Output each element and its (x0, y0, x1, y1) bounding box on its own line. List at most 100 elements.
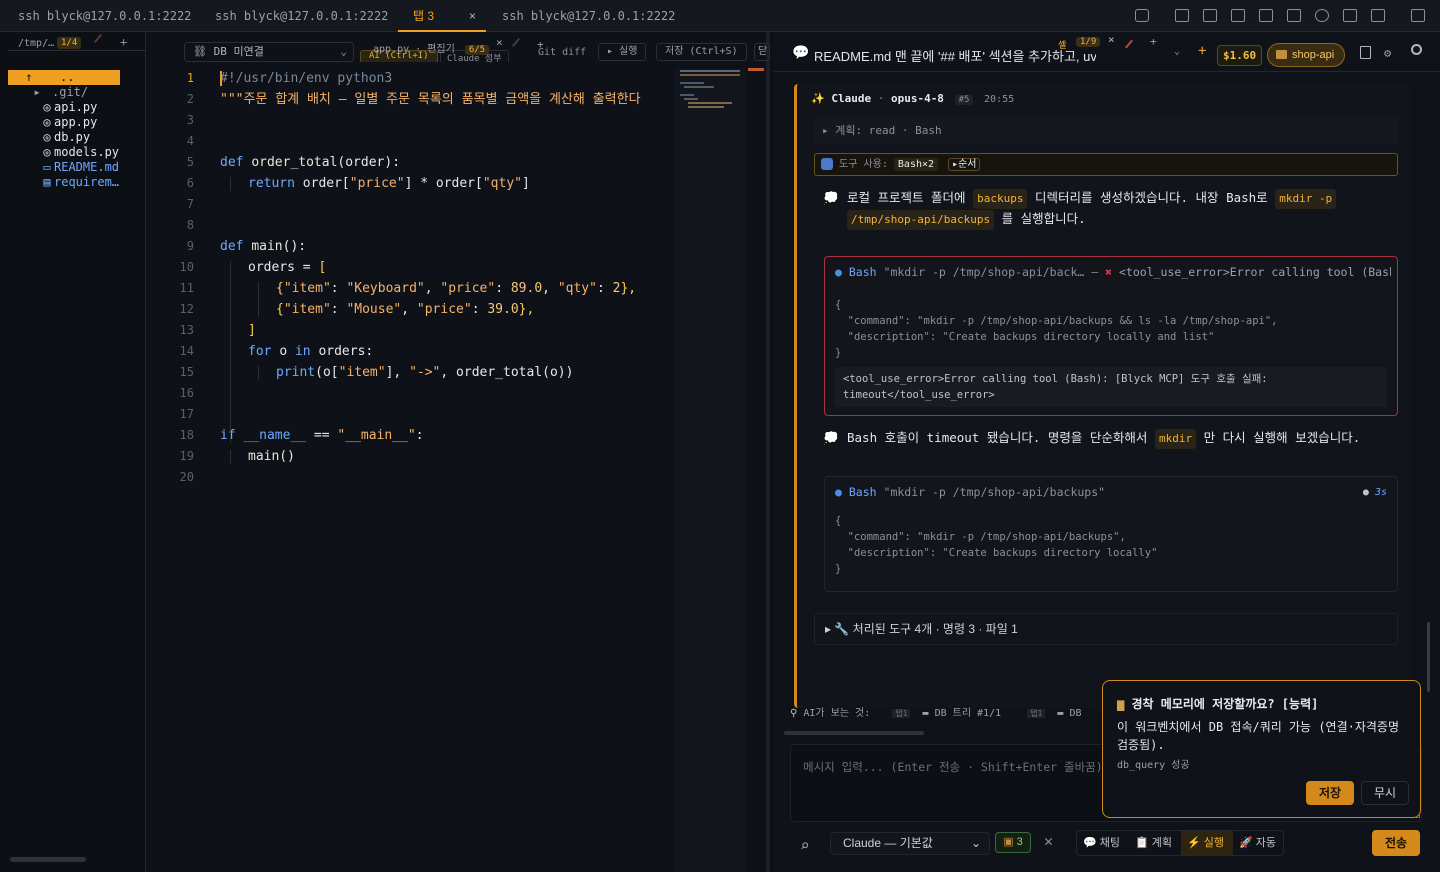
code-line-14: for o in orders: (248, 341, 373, 362)
code-editor: ⛓ DB 미연결 ⌄ AI (Ctrl+I) Claude 첨부 app.py … (150, 32, 770, 872)
file-tree-item[interactable]: ▭ README.md (8, 160, 120, 175)
close-pane-icon[interactable] (1259, 9, 1273, 22)
keyword: for (248, 344, 280, 359)
plan-summary[interactable]: ▸ 계획: read · Bash (814, 117, 1398, 144)
project-name: shop-api (1292, 49, 1335, 61)
chevron-down-icon: ⌄ (340, 45, 347, 58)
database-icon[interactable] (1287, 9, 1301, 22)
mode-chat[interactable]: 💬 채팅 (1083, 831, 1120, 855)
project-badge[interactable]: shop-api (1267, 43, 1346, 67)
globe-icon[interactable] (1315, 9, 1329, 22)
search-icon: ⚲ (790, 708, 798, 719)
chevron-down-icon[interactable]: ⌄ (1174, 46, 1180, 57)
resize-handle[interactable] (1414, 812, 1420, 818)
file-tree-item-label: models.py (54, 145, 120, 159)
bookmark-icon[interactable] (1343, 9, 1357, 22)
file-tab[interactable]: app.py · 편집기 6/5 (373, 40, 490, 55)
paperclip-icon[interactable]: ⌕ (800, 836, 810, 855)
model-name: opus-4-8 (890, 92, 944, 105)
tab-bar: ssh blyck@127.0.0.1:2222 ssh blyck@127.0… (0, 0, 1440, 32)
split-vertical-icon[interactable] (1203, 9, 1217, 22)
menu-icon[interactable] (1411, 9, 1425, 22)
popup-save-button[interactable]: 저장 (1306, 781, 1354, 805)
minimap-line (684, 86, 714, 88)
context-chip[interactable]: DB 트리 #1/1 (935, 708, 1002, 719)
message-input[interactable]: 메시지 입력... (Enter 전송 · Shift+Enter 줄바꿈) (803, 759, 1103, 775)
chat-scrollbar[interactable] (1427, 622, 1430, 692)
chat-tab-label[interactable]: 셸 (1058, 38, 1066, 51)
chat-tab-close-icon[interactable]: × (1108, 33, 1115, 46)
chat-header: 💬 README.md 맨 끝에 '## 배포' 섹션을 추가하고, uvico… (774, 32, 1440, 72)
file-tree-item[interactable]: ◎ app.py (8, 115, 120, 130)
tool-use-label: 도구 사용: (839, 159, 888, 170)
clipboard-icon[interactable] (1360, 46, 1371, 59)
processed-tools-summary[interactable]: ▸ 🔧 처리된 도구 4개 · 명령 3 · 파일 1 (814, 613, 1398, 645)
clear-icon[interactable]: ✕ (1044, 832, 1053, 850)
tool-use-summary[interactable]: 도구 사용: Bash×2 ▸순서 (814, 153, 1398, 176)
tab-ssh-1[interactable]: ssh blyck@127.0.0.1:2222 (18, 0, 191, 32)
model-select[interactable]: Claude — 기본값 ⌄ (830, 832, 990, 855)
file-tree-item[interactable]: ↑.. (8, 70, 120, 85)
minimap-line (688, 102, 732, 104)
close-editor-button[interactable]: 닫 (754, 43, 770, 61)
file-tree-item[interactable]: ▤ requirem… (8, 175, 120, 190)
code-text: : (495, 281, 511, 296)
function-name: order_total (251, 155, 338, 170)
assistant-message: ✨ Claude · opus-4-8 #5 20:55 ▸ 계획: read … (794, 84, 1410, 708)
add-path-button[interactable]: + (120, 35, 127, 49)
popup-ignore-button[interactable]: 무시 (1361, 781, 1409, 805)
minimap[interactable] (674, 68, 746, 872)
context-chip[interactable]: DB (1069, 708, 1081, 719)
indent-guide (230, 450, 231, 464)
new-chat-button[interactable]: + (1198, 43, 1206, 59)
tab-ssh-4[interactable]: ssh blyck@127.0.0.1:2222 (502, 0, 675, 32)
mode-plan[interactable]: 📋 계획 (1135, 831, 1172, 855)
chat-tab-add-button[interactable]: + (1150, 35, 1157, 48)
tab-3[interactable]: 탭 3 × (398, 0, 486, 32)
thought-1: 💭 로컬 프로젝트 폴더에 backups 디렉터리를 생성하겠습니다. 내장 … (823, 188, 1395, 230)
mode-run[interactable]: ⚡ 실행 (1181, 831, 1233, 855)
gear-icon[interactable]: ⚙ (1384, 46, 1391, 60)
pin-icon[interactable] (93, 33, 109, 49)
file-tab-close-icon[interactable]: × (496, 36, 503, 49)
db-label: DB 미연결 (213, 45, 264, 58)
db-connection-select[interactable]: ⛓ DB 미연결 ⌄ (184, 42, 354, 62)
code-text: ] (521, 176, 530, 191)
horizontal-scrollbar[interactable] (10, 857, 86, 862)
pin-icon[interactable] (1125, 39, 1133, 49)
git-diff-button[interactable]: Git diff (536, 47, 588, 62)
file-tree-item-label: api.py (54, 100, 98, 114)
code-area[interactable]: #!/usr/bin/env python3 """주문 합계 배치 — 일별 … (220, 68, 672, 498)
tab-close-icon[interactable]: × (469, 0, 476, 32)
tab-ssh-2[interactable]: ssh blyck@127.0.0.1:2222 (215, 0, 388, 32)
file-tree-item[interactable]: ◎ api.py (8, 100, 120, 115)
file-explorer: /tmp/… 1/4 + ↑.. ▸ .git/◎ api.py ◎ app.py ◎ db.… (0, 32, 146, 872)
split-horizontal-icon[interactable] (1231, 9, 1245, 22)
bracket: { (276, 302, 284, 317)
run-button[interactable]: ▸ 실행 (598, 43, 647, 61)
line-number: 11 (179, 281, 194, 295)
tool-call-1[interactable]: ● Bash "mkdir -p /tmp/shop-api/back… — ✖… (824, 256, 1398, 416)
search-icon[interactable] (1411, 44, 1422, 55)
context-count-badge[interactable]: ▣ 3 (995, 832, 1031, 853)
line-number: 8 (186, 218, 194, 232)
window-icon[interactable] (1371, 9, 1385, 22)
tool-call-2[interactable]: ● Bash "mkdir -p /tmp/shop-api/backups" … (824, 476, 1398, 592)
send-button[interactable]: 전송 (1372, 830, 1420, 856)
code-text: , order_total(o)) (440, 365, 574, 380)
tool-command: "mkdir -p /tmp/shop-api/backups" (883, 485, 1106, 499)
mode-auto[interactable]: 🚀 자동 (1239, 831, 1276, 855)
order-toggle[interactable]: ▸순서 (948, 158, 981, 171)
context-chip-tag: 탭1 (892, 709, 911, 718)
sparkle-icon: ✨ (811, 92, 825, 105)
keyword: if (220, 428, 244, 443)
code-line-19: main() (248, 446, 295, 467)
tool-call-1-input: { "command": "mkdir -p /tmp/shop-api/bac… (835, 299, 1278, 359)
new-tab-icon[interactable] (1175, 9, 1189, 22)
camera-icon[interactable] (1135, 9, 1149, 22)
file-tree-item[interactable]: ◎ models.py (8, 145, 120, 160)
file-tree-item[interactable]: ▸ .git/ (8, 85, 120, 100)
save-button[interactable]: 저장 (Ctrl+S) (656, 43, 747, 61)
file-tree-item[interactable]: ◎ db.py (8, 130, 120, 145)
context-scrollbar[interactable] (784, 731, 924, 735)
